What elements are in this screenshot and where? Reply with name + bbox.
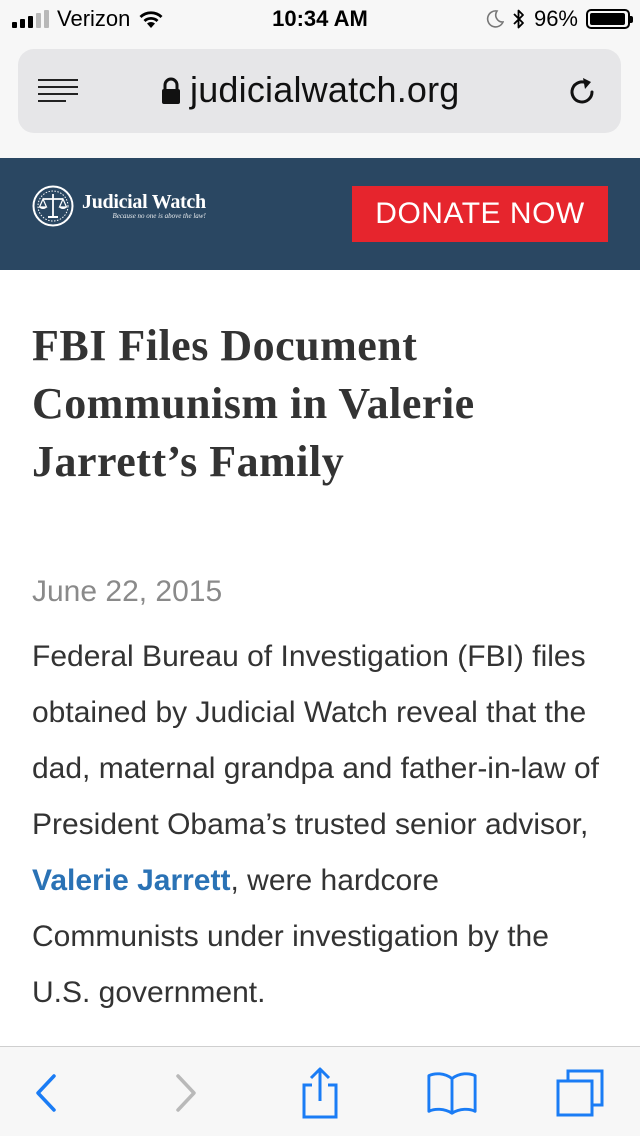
bookmarks-button[interactable] [426,1069,478,1117]
reload-icon[interactable] [565,75,599,109]
do-not-disturb-icon [486,10,504,28]
logo-tagline: Because no one is above the law! [112,212,206,220]
battery-level [590,13,625,25]
status-bar: Verizon 10:34 AM 96% [0,0,640,40]
bookmarks-icon [427,1072,477,1115]
share-button[interactable] [294,1067,346,1119]
status-right: 96% [486,6,633,32]
share-icon [302,1067,338,1119]
back-button[interactable] [20,1069,72,1117]
article-body-text: Federal Bureau of Investigation (FBI) fi… [32,640,600,841]
browser-chrome: judicialwatch.org [0,40,640,158]
valerie-jarrett-link[interactable]: Valerie Jarrett [32,864,230,897]
judicial-watch-logo[interactable]: Judicial Watch Because no one is above t… [32,185,206,227]
article-body: Federal Bureau of Investigation (FBI) fi… [32,629,602,1021]
reader-menu-icon[interactable] [38,77,78,105]
scales-of-justice-seal-icon [32,185,74,227]
tabs-button[interactable] [554,1069,606,1117]
battery-icon [586,9,633,29]
bluetooth-icon [513,9,524,29]
site-header: Judicial Watch Because no one is above t… [0,158,640,270]
tabs-icon [556,1069,604,1117]
back-icon [36,1074,56,1112]
article-date: June 22, 2015 [32,575,223,608]
url-text: judicialwatch.org [190,69,460,110]
article-headline: FBI Files Document Communism in Valerie … [32,321,475,486]
logo-text: Judicial Watch Because no one is above t… [82,192,206,220]
forward-icon [176,1074,196,1112]
logo-name: Judicial Watch [82,191,206,213]
battery-percent: 96% [533,6,578,31]
forward-button[interactable] [160,1069,212,1117]
bottom-toolbar [0,1046,640,1136]
lock-icon [162,77,180,104]
donate-now-button[interactable]: DONATE NOW [352,186,608,242]
address-bar[interactable]: judicialwatch.org [18,49,621,133]
